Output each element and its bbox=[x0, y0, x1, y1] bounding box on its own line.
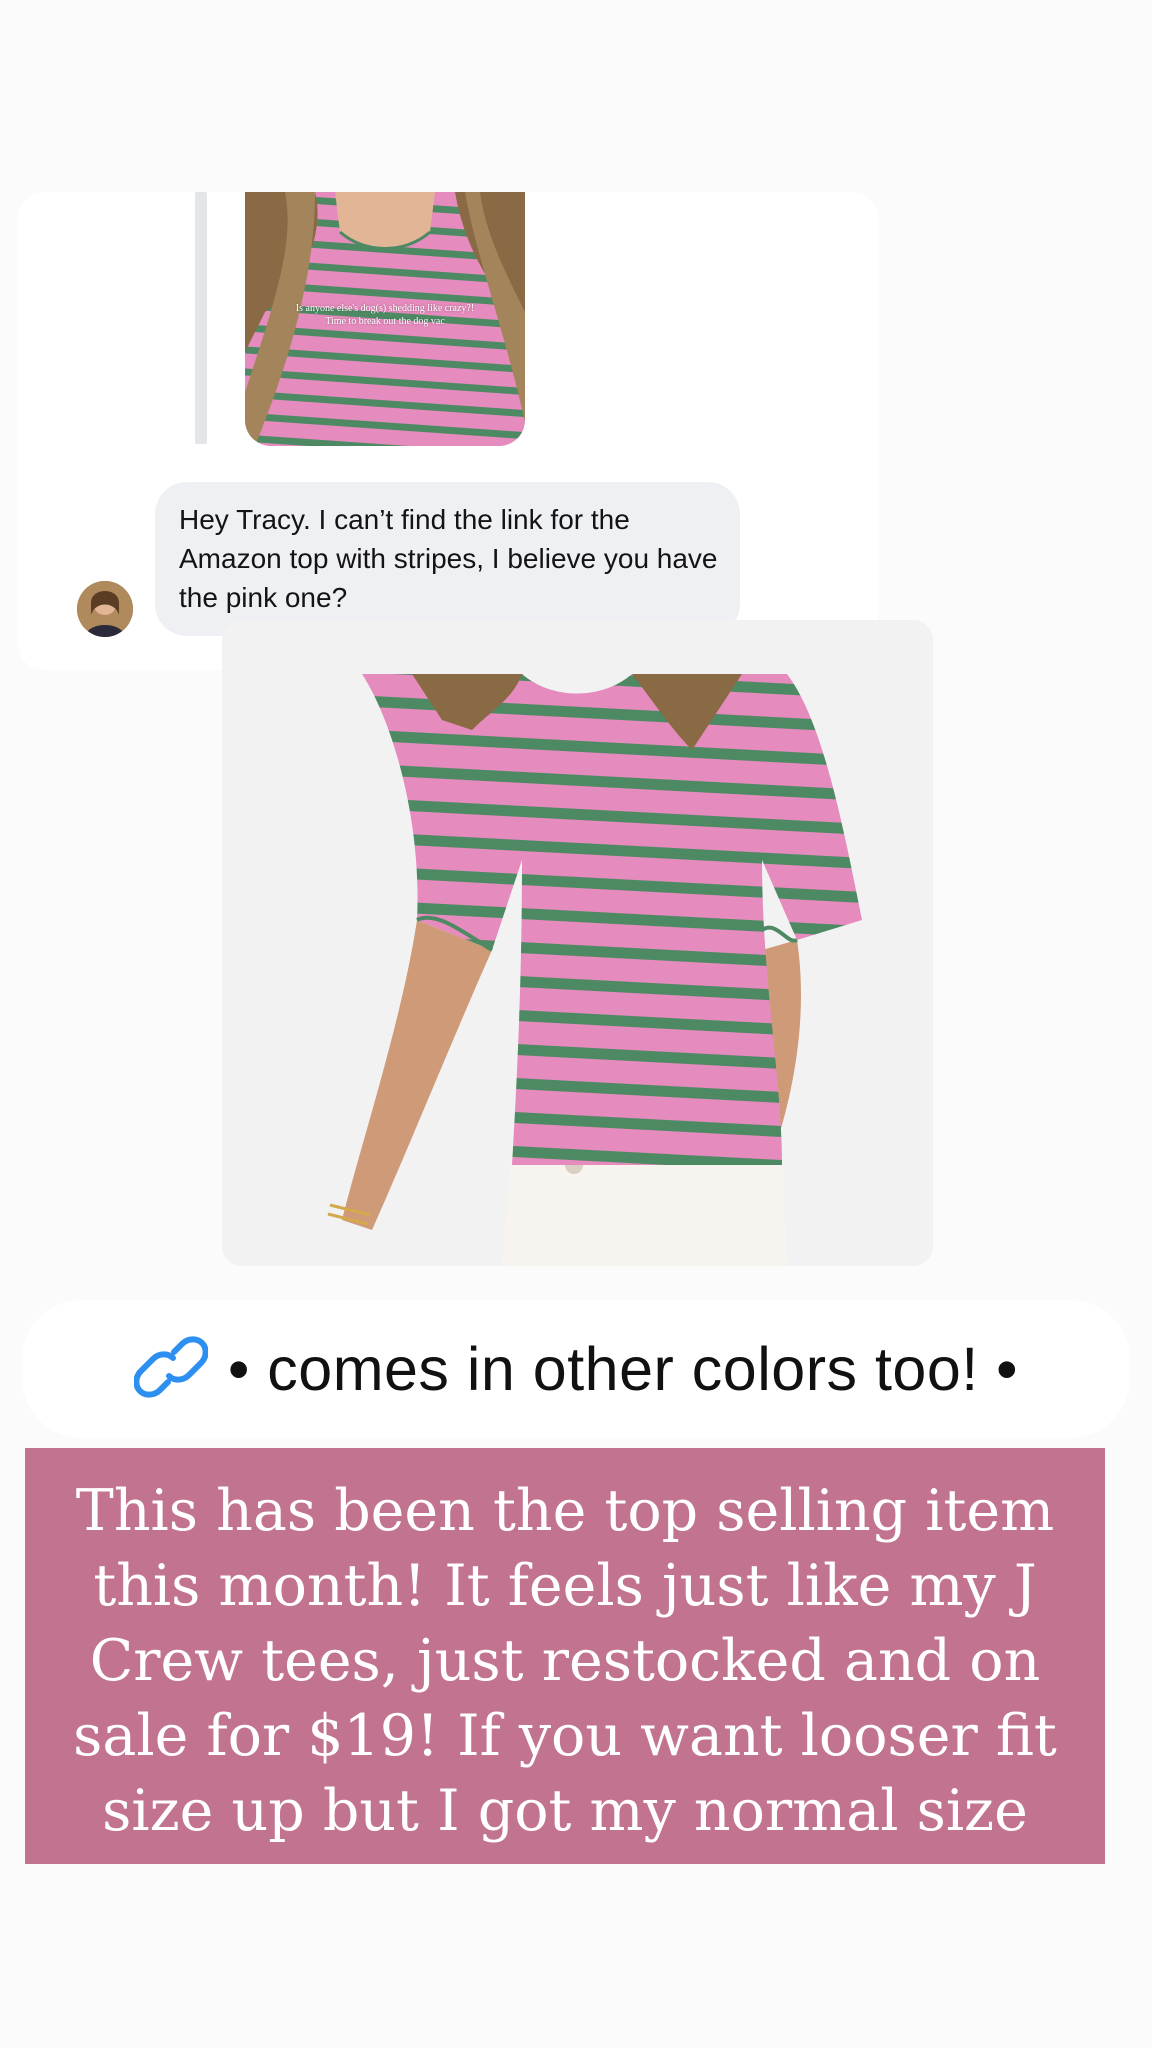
sender-avatar[interactable] bbox=[77, 581, 133, 637]
link-icon bbox=[133, 1330, 209, 1409]
caption-text: This has been the top selling item this … bbox=[73, 1478, 1057, 1844]
shared-story-thumbnail[interactable]: Is anyone else's dog(s) shedding like cr… bbox=[245, 192, 525, 446]
story-overlay-text: Is anyone else's dog(s) shedding like cr… bbox=[295, 303, 475, 314]
message-text: Hey Tracy. I can’t find the link for the… bbox=[179, 504, 718, 613]
message-bubble[interactable]: Hey Tracy. I can’t find the link for the… bbox=[155, 482, 740, 636]
link-sticker-label: • comes in other colors too! • bbox=[227, 1335, 1019, 1403]
avatar-photo bbox=[77, 581, 133, 637]
caption-text-box: This has been the top selling item this … bbox=[25, 1448, 1105, 1864]
link-sticker[interactable]: • comes in other colors too! • bbox=[22, 1300, 1130, 1438]
striped-tee-product-photo bbox=[222, 620, 933, 1266]
product-image[interactable] bbox=[222, 620, 933, 1266]
reply-indicator-bar bbox=[195, 192, 207, 444]
story-overlay-text: Time to break out the dog vac bbox=[325, 316, 445, 327]
